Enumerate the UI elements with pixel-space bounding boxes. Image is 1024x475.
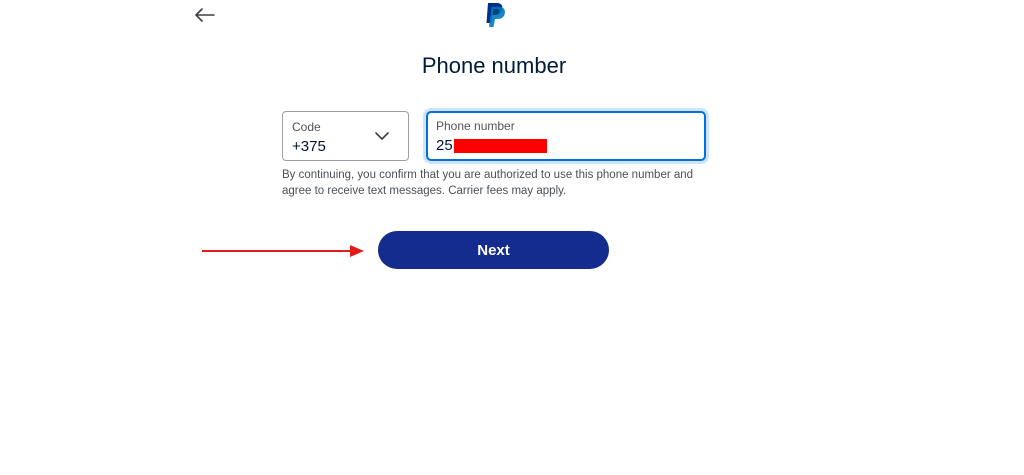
disclaimer-text: By continuing, you confirm that you are … — [282, 169, 694, 197]
page: Phone number Code +375 Phone number 25 B… — [0, 0, 1024, 475]
annotation-arrow-icon — [202, 245, 364, 257]
phone-number-input[interactable]: Phone number 25 — [426, 111, 706, 161]
page-title: Phone number — [421, 53, 567, 78]
phone-number-label: Phone number — [436, 119, 515, 133]
code-label: Code — [292, 120, 321, 134]
back-button[interactable] — [193, 4, 217, 26]
country-code-select[interactable]: Code +375 — [282, 111, 409, 161]
phone-number-value: 25 — [436, 137, 547, 154]
arrow-left-icon — [195, 8, 215, 22]
chevron-down-icon — [375, 132, 389, 140]
redaction-mark — [453, 138, 547, 153]
paypal-logo-icon — [486, 3, 505, 27]
next-button[interactable]: Next — [378, 231, 609, 269]
phone-number-prefix: 25 — [436, 137, 453, 154]
code-value: +375 — [292, 138, 326, 155]
